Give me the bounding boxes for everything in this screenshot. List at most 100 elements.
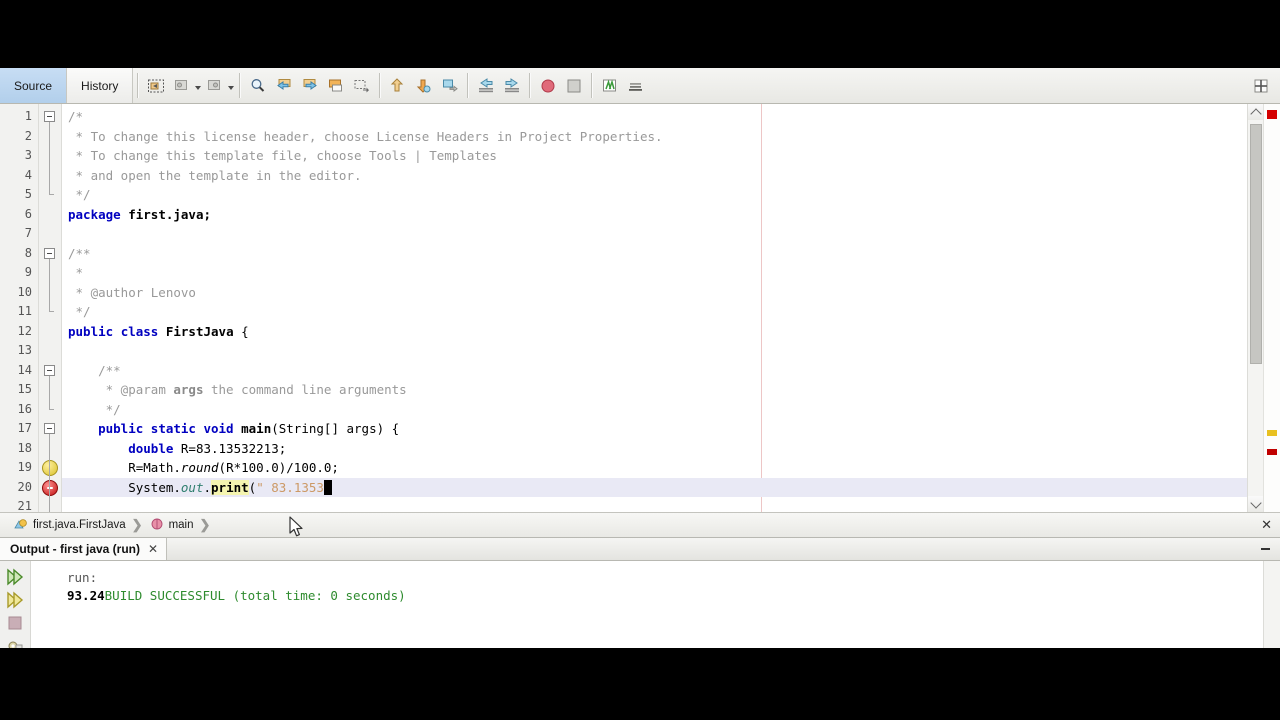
code-line[interactable]: package first.java; <box>62 205 1280 225</box>
stop-icon[interactable] <box>562 74 586 98</box>
code-line[interactable]: R=Math.round(R*100.0)/100.0; <box>62 458 1280 478</box>
code-line[interactable] <box>62 224 1280 244</box>
code-token: * and open the template in the editor. <box>68 167 362 183</box>
fold-toggle-icon[interactable] <box>44 423 55 434</box>
code-line[interactable]: /** <box>62 244 1280 264</box>
next-bookmark-dropdown-arrow[interactable] <box>226 74 235 98</box>
split-window-icon[interactable] <box>1249 74 1273 98</box>
code-line[interactable]: */ <box>62 400 1280 420</box>
toolbar-separator <box>239 73 242 98</box>
code-line[interactable]: /** <box>62 361 1280 381</box>
next-match-icon[interactable] <box>298 74 322 98</box>
toggle-highlight-icon[interactable] <box>324 74 348 98</box>
comment-icon[interactable] <box>474 74 498 98</box>
stop-process-icon[interactable] <box>2 612 28 634</box>
code-token: the command line arguments <box>203 382 407 397</box>
line-number: 10 <box>17 284 32 299</box>
toolbar-separator <box>591 73 594 98</box>
line-number: 5 <box>24 187 32 201</box>
code-token: R=83.13532213; <box>173 440 287 456</box>
fold-range-line <box>49 434 50 512</box>
output-minimize-icon[interactable] <box>1261 538 1280 560</box>
start-macro-recording-icon[interactable] <box>438 74 462 98</box>
shift-line-up-icon[interactable] <box>386 74 410 98</box>
code-line[interactable]: */ <box>62 185 1280 205</box>
code-line[interactable] <box>62 341 1280 361</box>
toggle-breakpoint-icon[interactable] <box>536 74 560 98</box>
rerun-alt-icon[interactable] <box>2 589 28 611</box>
editor-vertical-scrollbar[interactable] <box>1247 104 1264 512</box>
line-number: 6 <box>24 206 32 221</box>
code-line[interactable]: * To change this template file, choose T… <box>62 146 1280 166</box>
fold-toggle-icon[interactable] <box>44 247 55 259</box>
line-number: 17 <box>17 421 32 435</box>
editor-toolbar: Source History <box>0 68 1280 104</box>
error-glyph-icon[interactable] <box>42 479 58 496</box>
output-vertical-scrollbar[interactable] <box>1263 561 1280 648</box>
line-number: 9 <box>24 265 32 279</box>
tab-history[interactable]: History <box>67 68 134 103</box>
code-line[interactable] <box>62 497 1280 512</box>
line-number: 14 <box>17 362 32 377</box>
code-text-area[interactable]: /* * To change this license header, choo… <box>62 104 1280 512</box>
line-number: 13 <box>17 343 32 357</box>
scrollbar-thumb[interactable] <box>1250 124 1262 364</box>
find-selection-icon[interactable] <box>246 74 270 98</box>
output-text[interactable]: run: 93.24BUILD SUCCESSFUL (total time: 0… <box>31 561 1280 648</box>
code-line[interactable]: * @author Lenovo <box>62 283 1280 303</box>
next-bookmark-icon[interactable] <box>203 74 227 98</box>
uncomment-icon[interactable] <box>500 74 524 98</box>
output-body: run: 93.24BUILD SUCCESSFUL (total time: 0… <box>0 561 1280 648</box>
shift-line-right-icon[interactable] <box>350 74 374 98</box>
toggle-rectangular-selection-icon[interactable] <box>144 74 168 98</box>
fold-toggle-icon[interactable] <box>44 364 55 376</box>
toolbar-group-move <box>385 68 463 103</box>
previous-bookmark-icon[interactable] <box>170 74 194 98</box>
code-token: class <box>120 323 159 339</box>
code-line[interactable]: * and open the template in the editor. <box>62 166 1280 186</box>
output-settings-icon[interactable] <box>2 635 28 648</box>
toolbar-group-selection <box>143 68 235 103</box>
code-editor[interactable]: 1 2 3 4 5 6 7 8 9 10 11 12 13 14 15 16 17 18 19 20 21 /* * T… <box>0 104 1280 512</box>
rerun-icon[interactable] <box>2 566 28 588</box>
code-token: first.java; <box>120 206 211 222</box>
breadcrumb-close-icon[interactable]: ✕ <box>1261 517 1272 533</box>
error-stripe-top[interactable] <box>1267 110 1277 119</box>
line-number: 12 <box>17 323 32 338</box>
code-line[interactable]: double R=83.13532213; <box>62 439 1280 459</box>
code-line[interactable]: * To change this license header, choose … <box>62 127 1280 147</box>
previous-bookmark-dropdown-arrow[interactable] <box>193 74 202 98</box>
fold-glyph-column[interactable] <box>39 104 62 512</box>
tab-source[interactable]: Source <box>0 68 68 103</box>
output-tab-close-icon[interactable]: ✕ <box>148 542 158 556</box>
shift-line-down-icon[interactable] <box>412 74 436 98</box>
code-token: System. <box>128 479 181 495</box>
last-edit-icon[interactable] <box>624 74 648 98</box>
code-token: static <box>150 421 196 436</box>
warning-glyph-icon[interactable] <box>42 460 58 476</box>
code-line[interactable]: /* <box>62 107 1280 127</box>
output-tab[interactable]: Output - first java (run) ✕ <box>0 538 168 560</box>
line-number: 21 <box>17 499 32 512</box>
inspect-members-icon[interactable] <box>598 74 622 98</box>
code-line[interactable]: * @param args the command line arguments <box>62 380 1280 400</box>
code-line[interactable]: System.out.print(" 83.1353 <box>62 477 1280 497</box>
breadcrumb-item-method[interactable]: main <box>150 517 194 534</box>
scroll-up-arrow-icon[interactable] <box>1248 104 1264 120</box>
scroll-down-arrow-icon[interactable] <box>1248 496 1264 512</box>
error-stripe-mark[interactable] <box>1267 449 1277 455</box>
code-token: * @author Lenovo <box>68 284 196 300</box>
warning-stripe-mark[interactable] <box>1267 430 1277 436</box>
error-stripe[interactable] <box>1263 104 1280 512</box>
code-line[interactable]: * <box>62 263 1280 283</box>
code-line[interactable]: public static void main(String[] args) { <box>62 419 1280 439</box>
code-line[interactable]: */ <box>62 302 1280 322</box>
previous-match-icon[interactable] <box>272 74 296 98</box>
output-tab-label: Output - first java (run) <box>10 542 140 556</box>
code-line[interactable]: public class FirstJava { <box>62 322 1280 342</box>
breadcrumb-item-class[interactable]: first.java.FirstJava <box>14 517 126 534</box>
fold-toggle-icon[interactable] <box>44 111 55 122</box>
line-number: 15 <box>17 382 32 396</box>
